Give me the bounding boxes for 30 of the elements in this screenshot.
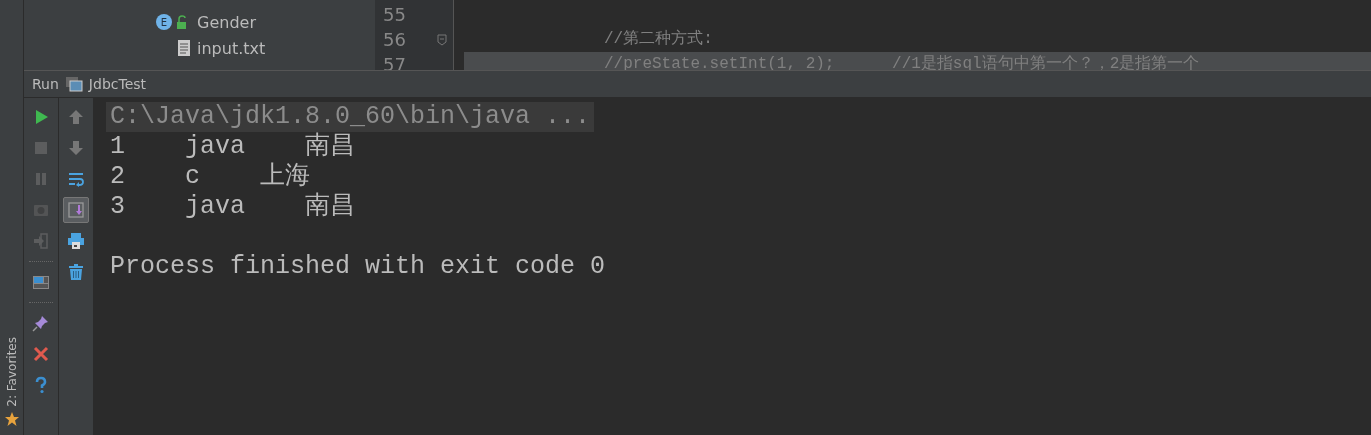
line-number: 56	[383, 28, 406, 52]
line-number: 55	[383, 3, 406, 27]
exit-icon	[32, 232, 50, 250]
console-line: 2 c 上海	[110, 162, 311, 191]
run-tab[interactable]: JdbcTest	[88, 76, 147, 92]
code-line: //第二种方式:	[604, 30, 713, 48]
console-line: 3 java 南昌	[110, 192, 356, 221]
down-arrow-icon	[67, 139, 85, 157]
favorites-tab[interactable]: 2: Favorites	[4, 337, 19, 407]
wrap-icon	[67, 170, 85, 188]
tree-item[interactable]: Gender	[197, 12, 256, 32]
pin-icon	[32, 314, 50, 332]
up-arrow-icon	[67, 108, 85, 126]
tree-item[interactable]: input.txt	[197, 38, 266, 58]
trash-icon	[67, 263, 85, 281]
console-line: 1 java 南昌	[110, 132, 356, 161]
stop-icon	[32, 139, 50, 157]
printer-icon	[67, 232, 85, 250]
window-icon	[64, 76, 83, 92]
enum-icon: E	[156, 14, 172, 30]
star-icon	[3, 411, 20, 427]
fold-marker-icon[interactable]	[437, 33, 447, 46]
layout-icon	[32, 273, 50, 291]
unlock-icon	[177, 15, 186, 29]
run-panel-title: Run	[32, 76, 59, 92]
scroll-to-end-icon	[67, 201, 85, 219]
console-command: C:\Java\jdk1.8.0_60\bin\java ...	[106, 102, 595, 132]
console-line: Process finished with exit code 0	[110, 252, 606, 281]
text-file-icon	[177, 39, 191, 57]
close-icon	[32, 345, 50, 363]
